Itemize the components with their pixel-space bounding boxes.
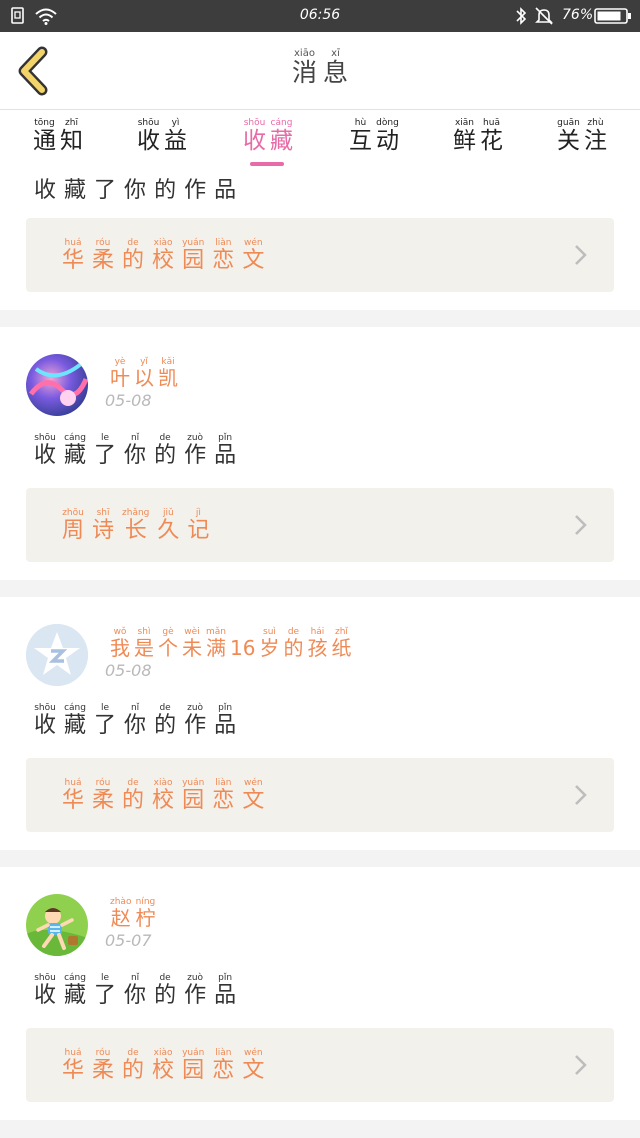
favorite-card: 叶yè以yǐ凯kǎi 05-08 收shōu藏cáng了le你nǐ的de作zuò… — [0, 327, 640, 580]
favorite-card: 收藏了你的作品 华huá柔róu的de校xiào园yuán恋liàn文wén — [0, 170, 640, 310]
work-title: 华huá柔róu的de校xiào园yuán恋liàn文wén — [62, 1048, 265, 1083]
header-bar: 消xiāo息xī — [0, 32, 640, 110]
tab-notifications[interactable]: 通tōng知zhī — [18, 118, 98, 155]
work-title: 周zhōu诗shī长zhǎng久jiǔ记jì — [62, 508, 210, 543]
action-text: 收shōu藏cáng了le你nǐ的de作zuò品pǐn — [34, 973, 237, 1008]
tab-following[interactable]: 关guān注zhù — [542, 118, 622, 155]
battery-percent: 76% — [562, 7, 594, 23]
tab-flowers[interactable]: 鲜xiān花huā — [438, 118, 518, 155]
bluetooth-icon — [516, 7, 527, 25]
page-title: 消xiāo息xī — [0, 48, 640, 89]
action-text: 收shōu藏cáng了le你nǐ的de作zuò品pǐn — [34, 703, 237, 738]
default-avatar-star-icon — [26, 624, 88, 686]
avatar-image — [26, 894, 88, 956]
bell-muted-icon — [535, 7, 553, 25]
avatar[interactable] — [26, 624, 88, 686]
title-char: 消xiāo — [291, 48, 317, 87]
username[interactable]: 我wǒ是shì个gè未wèi满mǎn16 岁suì的de孩hái纸zhǐ — [108, 627, 353, 661]
active-tab-indicator — [250, 162, 284, 166]
work-link[interactable]: 周zhōu诗shī长zhǎng久jiǔ记jì — [26, 488, 614, 562]
post-date: 05-08 — [105, 661, 152, 680]
status-bar: 06:56 76% — [0, 0, 640, 32]
work-link[interactable]: 华huá柔róu的de校xiào园yuán恋liàn文wén — [26, 1028, 614, 1102]
chevron-right-icon — [575, 245, 587, 265]
username[interactable]: 赵zhào柠níng — [108, 897, 157, 931]
favorite-card: 赵zhào柠níng 05-07 收shōu藏cáng了le你nǐ的de作zuò… — [0, 867, 640, 1120]
post-date: 05-07 — [105, 931, 152, 950]
chevron-right-icon — [575, 1055, 587, 1075]
work-title: 华huá柔róu的de校xiào园yuán恋liàn文wén — [62, 238, 265, 273]
chevron-right-icon — [575, 785, 587, 805]
username[interactable]: 叶yè以yǐ凯kǎi — [108, 357, 180, 391]
action-text: 收shōu藏cáng了le你nǐ的de作zuò品pǐn — [34, 433, 237, 468]
work-title: 华huá柔róu的de校xiào园yuán恋liàn文wén — [62, 778, 265, 813]
avatar-image — [26, 354, 88, 416]
post-date: 05-08 — [105, 391, 152, 410]
work-link[interactable]: 华huá柔róu的de校xiào园yuán恋liàn文wén — [26, 758, 614, 832]
avatar[interactable] — [26, 354, 88, 416]
chevron-right-icon — [575, 515, 587, 535]
avatar[interactable] — [26, 894, 88, 956]
battery-icon — [594, 8, 631, 24]
tab-bar: 通tōng知zhī 收shōu益yì 收shōu藏cáng 互hù动dòng 鲜… — [0, 110, 640, 170]
tab-favorites[interactable]: 收shōu藏cáng — [228, 118, 308, 155]
title-char: 息xī — [323, 48, 349, 87]
tab-earnings[interactable]: 收shōu益yì — [122, 118, 202, 155]
tab-interactions[interactable]: 互hù动dòng — [334, 118, 414, 155]
work-link[interactable]: 华huá柔róu的de校xiào园yuán恋liàn文wén — [26, 218, 614, 292]
action-text: 收藏了你的作品 — [34, 178, 237, 203]
favorite-card: 我wǒ是shì个gè未wèi满mǎn16 岁suì的de孩hái纸zhǐ 05-0… — [0, 597, 640, 850]
